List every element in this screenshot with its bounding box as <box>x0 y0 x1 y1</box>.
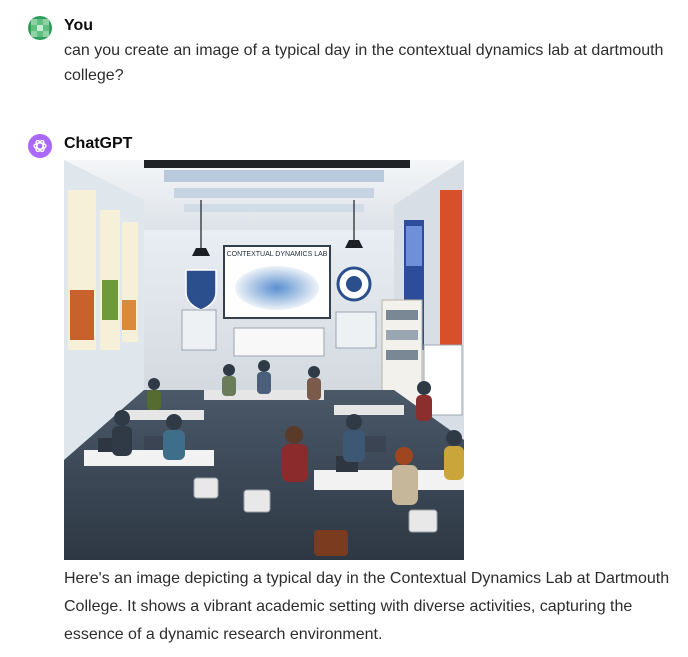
lab-scene-illustration: CONTEXTUAL DYNAMICS LAB <box>64 160 464 560</box>
user-author-name: You <box>64 17 94 34</box>
user-avatar-icon <box>28 16 52 40</box>
openai-logo-icon <box>33 139 47 153</box>
lab-wall-sign: CONTEXTUAL DYNAMICS LAB <box>227 251 328 258</box>
assistant-message-text: Here's an image depicting a typical day … <box>64 570 670 643</box>
user-message-text: can you create an image of a typical day… <box>64 42 664 84</box>
assistant-author-name: ChatGPT <box>64 135 133 152</box>
chatgpt-avatar-icon <box>28 134 52 158</box>
generated-lab-image[interactable]: CONTEXTUAL DYNAMICS LAB <box>64 160 464 560</box>
user-message: You can you create an image of a typical… <box>0 0 688 100</box>
